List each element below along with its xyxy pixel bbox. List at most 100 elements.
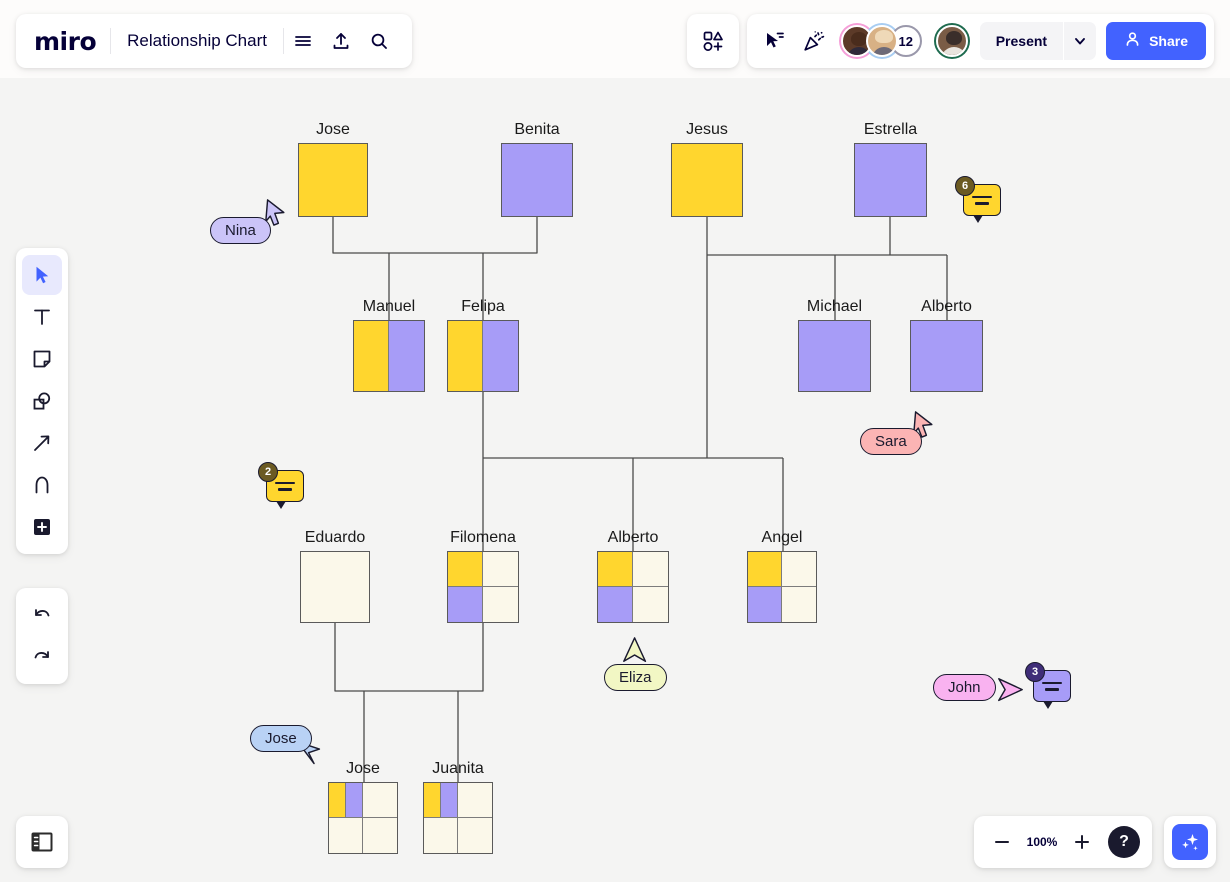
chart-node-label: Alberto [608,529,659,547]
miro-logo[interactable]: miro [34,27,110,56]
connector-tool[interactable] [22,423,62,463]
chart-node-label: Jose [346,760,380,778]
zoom-out-button[interactable] [986,826,1018,858]
chart-node-box[interactable] [671,143,743,217]
chart-node-label: Angel [762,529,803,547]
shapes-tool[interactable] [22,381,62,421]
chart-node-box[interactable] [798,320,871,392]
board-canvas[interactable]: Jose Benita Jesus Estrella Manuel Felipa Micha… [0,78,1230,882]
chart-node-box[interactable] [353,320,425,392]
chart-node-label: Jesus [686,121,728,139]
more-apps-tool[interactable] [22,507,62,547]
chart-node-label: Estrella [864,121,917,139]
chart-node-label: Eduardo [305,529,366,547]
collaborator-name-label: Eliza [604,664,667,691]
chart-node-cell [389,321,424,391]
history-toolbar [16,588,68,684]
sidebar-panel-icon[interactable] [16,816,68,868]
chart-node-box[interactable] [854,143,927,217]
chart-node-cell [782,552,816,587]
collaboration-group: 12 Present Share [747,14,1214,68]
chart-node-cell [329,818,363,853]
chart-node-box[interactable] [423,782,493,854]
chart-node-box[interactable] [597,551,669,623]
comment-pin[interactable]: 3 [1033,670,1071,702]
comment-bubble-icon[interactable]: 3 [1033,670,1071,702]
comment-bubble-icon[interactable]: 2 [266,470,304,502]
cursor-pointer-icon[interactable] [755,22,793,60]
chart-node[interactable]: Juanita [423,782,493,854]
chart-node-cell [633,552,668,587]
zoom-in-button[interactable] [1066,826,1098,858]
text-tool[interactable] [22,297,62,337]
comment-pin[interactable]: 2 [266,470,304,502]
chart-node-box[interactable] [447,320,519,392]
chart-node-box[interactable] [328,782,398,854]
chart-node-box[interactable] [298,143,368,217]
chart-node-cell [483,587,518,622]
chart-node[interactable]: Manuel [353,320,425,392]
chart-node-box[interactable] [300,551,370,623]
chart-node-box[interactable] [747,551,817,623]
chart-node-cell [782,587,816,622]
sparkles-icon[interactable] [1172,824,1208,860]
chart-node[interactable]: Filomena [447,551,519,623]
chart-node[interactable]: Michael [798,320,871,392]
search-icon[interactable] [360,22,398,60]
hamburger-menu-icon[interactable] [284,22,322,60]
upload-icon[interactable] [322,22,360,60]
chart-node-cell [329,783,363,818]
collaborator-cursor: John [933,674,996,701]
chart-node-label: Benita [514,121,559,139]
chart-node-cell [458,783,492,818]
chart-node-label: Filomena [450,529,516,547]
miro-board-app: Jose Benita Jesus Estrella Manuel Felipa Micha… [0,0,1230,882]
chart-node-label: Jose [316,121,350,139]
sticky-note-tool[interactable] [22,339,62,379]
chart-node[interactable]: Eduardo [300,551,370,623]
board-title[interactable]: Relationship Chart [111,31,283,51]
chart-node-cell [448,321,483,391]
collaborator-cursor-arrow [997,676,1024,710]
chart-node-box[interactable] [447,551,519,623]
comment-pin[interactable]: 6 [963,184,1001,216]
redo-arrow-icon[interactable] [22,637,62,677]
undo-arrow-icon[interactable] [22,595,62,635]
chart-node[interactable]: Alberto [597,551,669,623]
chart-node[interactable]: Estrella [854,143,927,217]
comment-count-badge: 3 [1025,662,1045,682]
select-tool[interactable] [22,255,62,295]
board-header-left: miro Relationship Chart [16,14,412,68]
chart-node[interactable]: Jose [298,143,368,217]
chevron-down-icon[interactable] [1064,22,1096,60]
pen-tool[interactable] [22,465,62,505]
help-button[interactable]: ? [1108,826,1140,858]
share-button[interactable]: Share [1106,22,1206,60]
chart-node[interactable]: Angel [747,551,817,623]
chart-node[interactable]: Jose [328,782,398,854]
zoom-level-label[interactable]: 100% [1022,835,1062,849]
present-button[interactable]: Present [980,22,1063,60]
avatar-stack[interactable]: 12 [839,23,922,59]
board-header-right: 12 Present Share [687,14,1214,68]
collaborator-cursor: Eliza [604,664,667,691]
chart-node-box[interactable] [910,320,983,392]
current-user-avatar[interactable] [934,23,970,59]
chart-node-cell [424,783,458,818]
chart-node[interactable]: Jesus [671,143,743,217]
chart-node-label: Felipa [461,298,505,316]
chart-node[interactable]: Felipa [447,320,519,392]
comment-count-badge: 2 [258,462,278,482]
chart-node-cell [424,818,458,853]
comment-count-badge: 6 [955,176,975,196]
chart-node[interactable]: Benita [501,143,573,217]
ai-panel [1164,816,1216,868]
chart-node-label: Juanita [432,760,484,778]
comment-bubble-icon[interactable]: 6 [963,184,1001,216]
party-popper-icon[interactable] [795,22,833,60]
collaborator-name-label: Jose [250,725,312,752]
chart-node[interactable]: Alberto [910,320,983,392]
chart-node-box[interactable] [501,143,573,217]
collaborator-cursor: Jose [250,725,312,752]
shapes-grid-icon[interactable] [694,22,732,60]
